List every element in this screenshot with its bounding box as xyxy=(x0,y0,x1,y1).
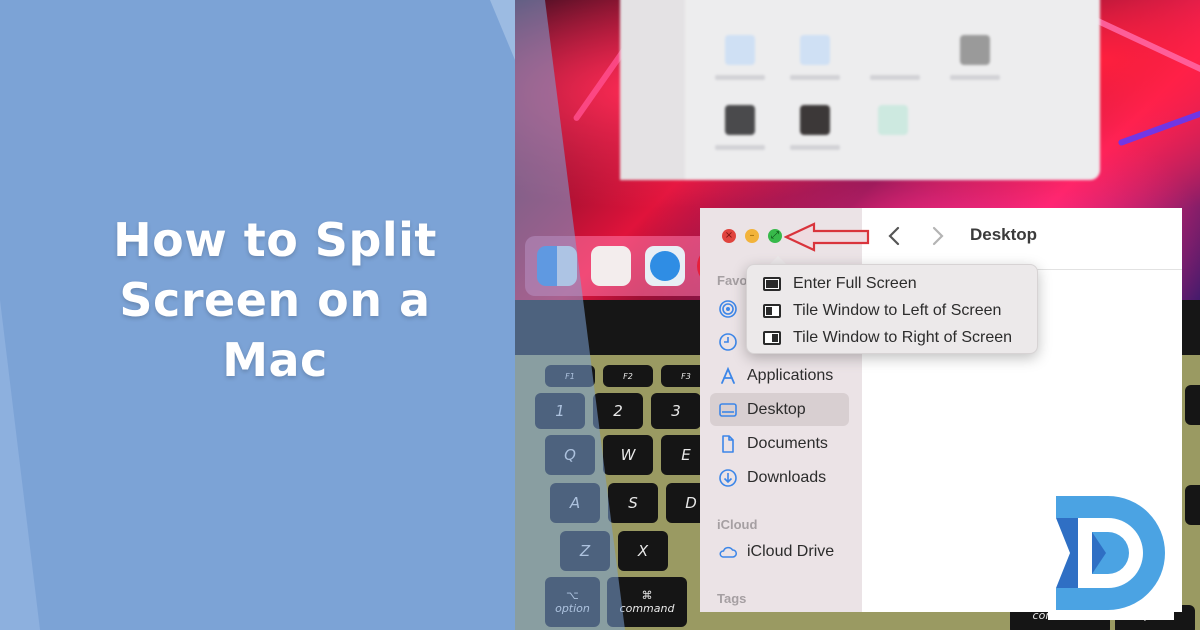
d-logo-icon xyxy=(1056,496,1165,610)
finder-toolbar: Desktop xyxy=(862,208,1182,270)
sidebar-item-icloud-drive[interactable]: iCloud Drive xyxy=(710,535,849,568)
key-1: 1 xyxy=(535,393,585,429)
key-w: W xyxy=(603,435,653,475)
key-label: command xyxy=(619,602,675,615)
zoom-button[interactable]: ⤢ xyxy=(768,229,782,243)
key-x: X xyxy=(618,531,668,571)
forward-button[interactable] xyxy=(930,224,946,254)
headline: How to Split Screen on a Mac xyxy=(60,210,490,390)
blurred-filename xyxy=(715,145,765,150)
sidebar-item-documents[interactable]: Documents xyxy=(710,427,849,460)
safari-dock-icon xyxy=(645,246,685,286)
icloud-section-label: iCloud xyxy=(717,517,758,532)
command-glyph: ⌘ xyxy=(641,589,653,602)
launchpad-dock-icon xyxy=(591,246,631,286)
option-glyph: ⌥ xyxy=(566,589,579,602)
clock-icon xyxy=(718,332,738,352)
blurred-file-thumbnail xyxy=(878,105,908,135)
sidebar-item-label: Desktop xyxy=(747,400,806,418)
panel-accent-stripe xyxy=(0,300,40,630)
headline-line: Screen on a xyxy=(119,273,431,327)
document-icon xyxy=(718,434,738,454)
blurred-filename xyxy=(790,75,840,80)
fullscreen-icon xyxy=(763,277,781,291)
panel-edge-highlight xyxy=(490,0,515,60)
blurred-filename xyxy=(715,75,765,80)
annotation-arrow-icon xyxy=(784,222,870,252)
blurred-file-thumbnail xyxy=(725,35,755,65)
sidebar-item-label: Downloads xyxy=(747,468,827,486)
sidebar-item-downloads[interactable]: Downloads xyxy=(710,461,849,494)
sidebar-item-label: Documents xyxy=(747,434,828,452)
sidebar-item-desktop[interactable]: Desktop xyxy=(710,393,849,426)
sidebar-item-label: iCloud Drive xyxy=(747,542,835,560)
blurred-filename xyxy=(950,75,1000,80)
airdrop-icon xyxy=(718,299,738,319)
menu-item-tile-left[interactable]: Tile Window to Left of Screen xyxy=(763,299,1001,323)
headline-line: Mac xyxy=(222,333,328,387)
applications-icon xyxy=(718,366,738,386)
cloud-icon xyxy=(718,542,738,562)
menu-item-label: Tile Window to Right of Screen xyxy=(793,329,1013,346)
key-q: Q xyxy=(545,435,595,475)
tile-left-icon xyxy=(763,304,781,318)
headline-line: How to Split xyxy=(113,213,437,267)
key-f1: F1 xyxy=(545,365,595,387)
close-icon: × xyxy=(724,230,734,241)
blurred-file-thumbnail xyxy=(800,105,830,135)
window-tiling-menu: Enter Full Screen Tile Window to Left of… xyxy=(746,264,1038,354)
menu-item-label: Tile Window to Left of Screen xyxy=(793,302,1002,319)
blurred-finder-window xyxy=(620,0,1100,180)
key-option-left: ⌥ option xyxy=(545,577,600,627)
finder-dock-icon xyxy=(537,246,577,286)
key-s: S xyxy=(608,483,658,523)
key-2: 2 xyxy=(593,393,643,429)
brand-logo xyxy=(1048,490,1174,620)
key-3: 3 xyxy=(651,393,701,429)
fullscreen-arrows-icon: ⤢ xyxy=(771,230,779,241)
blurred-filename xyxy=(870,75,920,80)
key-label: option xyxy=(555,602,590,615)
minimize-button[interactable]: – xyxy=(745,229,759,243)
chevron-left-icon xyxy=(888,226,900,246)
tile-right-icon xyxy=(763,331,781,345)
chevron-right-icon xyxy=(932,226,944,246)
key-minus xyxy=(1185,385,1200,425)
key-slash xyxy=(1185,485,1200,525)
blurred-sidebar xyxy=(620,0,685,180)
download-icon xyxy=(718,468,738,488)
favorites-section-label: Favo xyxy=(717,273,748,288)
key-command-left: ⌘ command xyxy=(607,577,687,627)
blurred-file-thumbnail xyxy=(800,35,830,65)
tags-section-label: Tags xyxy=(717,591,747,606)
blurred-filename xyxy=(790,145,840,150)
key-f2: F2 xyxy=(603,365,653,387)
menu-item-tile-right[interactable]: Tile Window to Right of Screen xyxy=(763,326,1012,350)
minimize-icon: – xyxy=(749,230,755,241)
close-button[interactable]: × xyxy=(722,229,736,243)
key-z: Z xyxy=(560,531,610,571)
sidebar-item-label: Applications xyxy=(747,366,834,384)
back-button[interactable] xyxy=(886,224,902,254)
menu-item-label: Enter Full Screen xyxy=(793,275,917,292)
key-a: A xyxy=(550,483,600,523)
desktop-icon xyxy=(718,400,738,420)
blurred-file-thumbnail xyxy=(960,35,990,65)
menu-item-enter-full-screen[interactable]: Enter Full Screen xyxy=(763,272,917,296)
sidebar-item-applications[interactable]: Applications xyxy=(710,359,849,392)
window-title: Desktop xyxy=(970,225,1038,244)
blurred-file-thumbnail xyxy=(725,105,755,135)
